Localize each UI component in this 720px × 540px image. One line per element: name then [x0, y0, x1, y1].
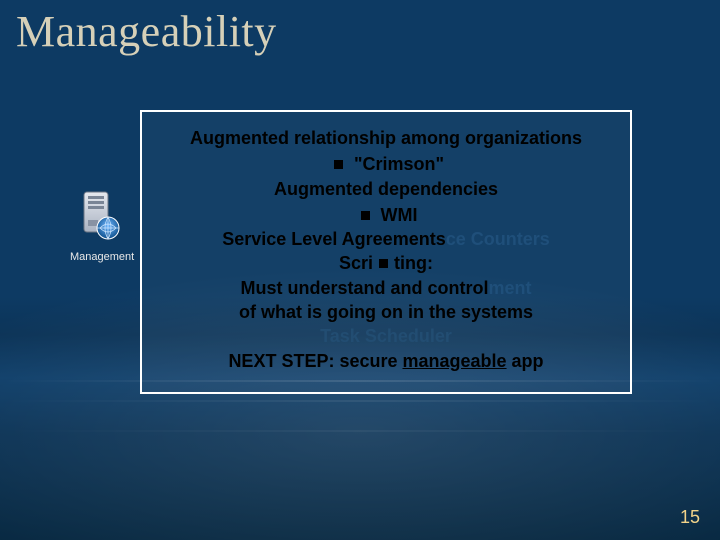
line-2: "Crimson"	[152, 152, 620, 176]
line-6-a: Scri	[339, 253, 373, 273]
line-4-text: WMI	[381, 205, 418, 225]
square-bullet-icon	[379, 259, 388, 268]
slide-title: Manageability	[16, 6, 277, 57]
decor-wave	[0, 380, 720, 382]
line-5-main: Service Level Agreements	[222, 229, 445, 249]
line-10-underline: manageable	[403, 351, 507, 371]
page-number: 15	[680, 507, 700, 528]
line-5: Service Level Agreementsce Counters	[152, 227, 620, 251]
line-10: NEXT STEP: secure manageable app	[152, 349, 620, 373]
line-2-text: "Crimson"	[354, 154, 444, 174]
line-6: Scri ting:	[152, 251, 620, 275]
slide: Manageability	[0, 0, 720, 540]
line-4: WMI	[152, 203, 620, 227]
line-7: Must understand and controlment	[152, 276, 620, 300]
line-9: Task Scheduler	[152, 324, 620, 348]
line-1: Augmented relationship among organizatio…	[152, 126, 620, 150]
server-icon	[78, 190, 122, 247]
square-bullet-icon	[361, 211, 370, 220]
line-8: of what is going on in the systems	[152, 300, 620, 324]
line-7-faded: ment	[489, 278, 532, 298]
line-7-main: Must understand and control	[240, 278, 488, 298]
decor-wave	[0, 400, 720, 402]
line-10-c: app	[507, 351, 544, 371]
line-5-faded: ce Counters	[446, 229, 550, 249]
line-3: Augmented dependencies	[152, 177, 620, 201]
line-6-b: ting:	[394, 253, 433, 273]
square-bullet-icon	[334, 160, 343, 169]
line-10-a: NEXT STEP: secure	[228, 351, 402, 371]
content-box: Augmented relationship among organizatio…	[140, 110, 632, 394]
decor-wave	[0, 430, 720, 432]
icon-caption: Management	[70, 251, 130, 263]
management-icon-group: Management	[70, 190, 130, 263]
line-9-faded: Task Scheduler	[320, 326, 452, 346]
